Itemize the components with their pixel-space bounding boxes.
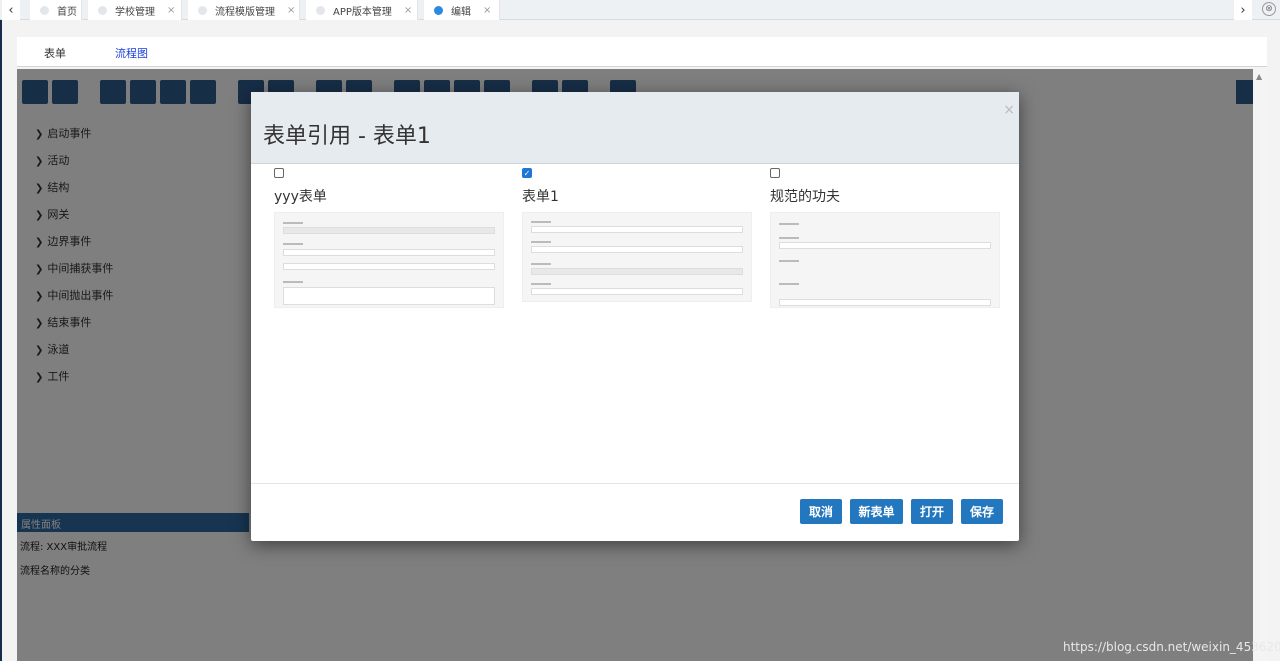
- editor-subtabs: 表单 流程图: [17, 37, 1267, 67]
- dialog-footer: [251, 483, 1019, 541]
- form-option-name[interactable]: 规范的功夫: [770, 186, 1000, 206]
- tab-status-icon: [316, 5, 325, 15]
- tab-label: 编辑: [451, 6, 471, 18]
- open-button[interactable]: 打开: [911, 499, 953, 524]
- new-form-button[interactable]: 新表单: [850, 499, 903, 524]
- watermark: https://blog.csdn.net/weixin_45362084: [1063, 640, 1280, 654]
- subtab-form[interactable]: 表单: [44, 45, 66, 61]
- tab-status-icon: [198, 5, 207, 15]
- tab-scroll-right-icon[interactable]: ›: [1234, 0, 1252, 20]
- tab-close-icon[interactable]: ×: [404, 5, 412, 16]
- form-reference-dialog: 表单引用 - 表单1 × yyy表单 ✓ 表单1 规范的功夫 取消 新表单 打开…: [251, 92, 1019, 541]
- tab-bar: ‹ 首页 学校管理 × 流程模版管理 × APP版本管理 × 编辑 × › ⊗: [0, 0, 1280, 20]
- tab-label: APP版本管理: [333, 6, 392, 18]
- form-checkbox[interactable]: [770, 168, 780, 178]
- tab-label: 流程模版管理: [215, 6, 275, 18]
- form-option-name[interactable]: yyy表单: [274, 186, 504, 206]
- cancel-button[interactable]: 取消: [800, 499, 842, 524]
- form-option-guifan: 规范的功夫: [770, 168, 1000, 308]
- dialog-title: 表单引用 - 表单1: [263, 124, 431, 149]
- form-option-name[interactable]: 表单1: [522, 186, 752, 206]
- vertical-scrollbar[interactable]: [1253, 69, 1267, 661]
- close-all-tabs-icon[interactable]: ⊗: [1262, 2, 1276, 16]
- scroll-up-icon[interactable]: ▲: [1256, 72, 1262, 81]
- tab-close-icon[interactable]: ×: [483, 5, 491, 16]
- tab-label: 学校管理: [115, 6, 155, 18]
- tab-school-management[interactable]: 学校管理 ×: [88, 0, 182, 20]
- tab-status-icon: [434, 5, 443, 15]
- form-preview-thumbnail[interactable]: [770, 212, 1000, 308]
- form-checkbox[interactable]: [274, 168, 284, 178]
- tab-scroll-left-icon[interactable]: ‹: [2, 0, 20, 20]
- tab-status-icon: [40, 5, 49, 15]
- tab-label: 首页: [57, 6, 77, 18]
- form-preview-thumbnail[interactable]: [274, 212, 504, 308]
- save-button[interactable]: 保存: [961, 499, 1003, 524]
- tab-status-icon: [98, 5, 107, 15]
- tab-close-icon[interactable]: ×: [167, 5, 175, 16]
- form-checkbox-checked[interactable]: ✓: [522, 168, 532, 178]
- tab-app-version[interactable]: APP版本管理 ×: [306, 0, 418, 20]
- dialog-header: 表单引用 - 表单1 ×: [251, 92, 1019, 164]
- tab-close-icon[interactable]: ×: [287, 5, 295, 16]
- form-option-yyy: yyy表单: [274, 168, 504, 308]
- close-icon[interactable]: ×: [1003, 102, 1015, 118]
- tab-flow-template[interactable]: 流程模版管理 ×: [188, 0, 300, 20]
- form-preview-thumbnail[interactable]: [522, 212, 752, 302]
- tab-home[interactable]: 首页: [30, 0, 82, 20]
- subtab-flowchart[interactable]: 流程图: [115, 45, 148, 61]
- tab-edit[interactable]: 编辑 ×: [424, 0, 500, 20]
- form-option-form1: ✓ 表单1: [522, 168, 752, 302]
- window-left-border: [0, 20, 2, 661]
